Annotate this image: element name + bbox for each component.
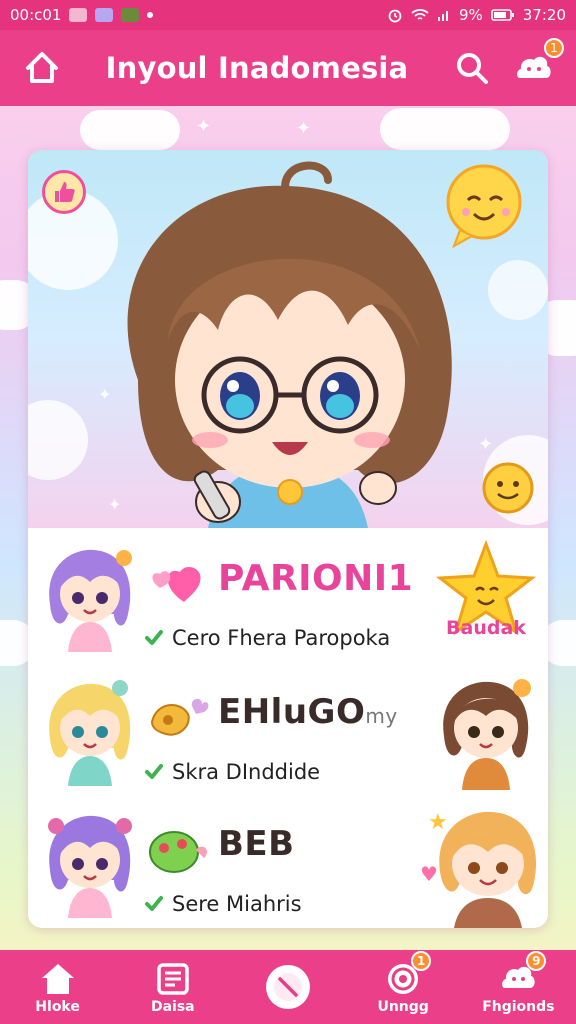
bottom-nav: Hloke Daisa 1 Unngg 9 Fhgionds bbox=[0, 950, 576, 1024]
checkmark-icon bbox=[145, 896, 163, 911]
status-bar: 00:c01 9% 37:20 bbox=[0, 0, 576, 30]
search-button[interactable] bbox=[448, 44, 496, 92]
chat-bubble-icon: 9 bbox=[498, 951, 547, 999]
brown-hair-girl-avatar bbox=[443, 679, 531, 790]
notifications-button[interactable]: 1 bbox=[510, 38, 564, 92]
status-time-left: 00:c01 bbox=[10, 6, 62, 24]
list-item[interactable]: EHluGOmy Skra DInddide bbox=[28, 666, 548, 796]
notification-app-icon bbox=[95, 8, 114, 22]
search-icon bbox=[457, 53, 488, 84]
notification-app-icon bbox=[69, 8, 88, 22]
battery-icon bbox=[490, 9, 514, 21]
nav-friends-label: Fhgionds bbox=[482, 999, 555, 1015]
home-icon bbox=[38, 959, 78, 999]
clock-icon bbox=[265, 965, 310, 1009]
nav-clock[interactable] bbox=[240, 965, 336, 1009]
nav-target[interactable]: 1 Unngg bbox=[355, 951, 451, 1015]
status-dot-icon bbox=[147, 12, 154, 18]
svg-text:✦: ✦ bbox=[478, 434, 493, 455]
home-outline-icon bbox=[26, 52, 58, 83]
status-time-right: 37:20 bbox=[522, 6, 566, 24]
nav-friends[interactable]: 9 Fhgionds bbox=[470, 951, 566, 1015]
purple-hair-girl-avatar bbox=[49, 549, 132, 652]
star-sparkle-icon: ★ bbox=[428, 810, 448, 835]
list-item[interactable]: PARIONI1 Cero Fhera Paropoka bbox=[28, 532, 548, 662]
hearts-icon bbox=[152, 567, 201, 602]
notification-badge: 1 bbox=[544, 38, 564, 58]
like-button[interactable] bbox=[42, 170, 86, 214]
cloud-decoration bbox=[80, 110, 180, 150]
signal-icon bbox=[437, 11, 448, 21]
nav-badge: 9 bbox=[526, 951, 547, 971]
target-icon: 1 bbox=[383, 951, 432, 999]
nav-home[interactable]: Hloke bbox=[10, 959, 106, 1015]
blonde-hair-girl-avatar bbox=[49, 680, 131, 786]
wifi-icon bbox=[411, 9, 429, 20]
alarm-icon bbox=[388, 9, 402, 23]
anime-girl-illustration: ✦ ✦ ✦ ✦ bbox=[28, 161, 548, 528]
purple-hair-girl-avatar bbox=[48, 815, 132, 918]
checkmark-icon bbox=[145, 630, 163, 645]
item-subtitle-text: Skra DInddide bbox=[172, 760, 321, 784]
thumbs-up-icon bbox=[55, 182, 75, 202]
item-title: BEB bbox=[218, 824, 295, 864]
pea-pod-icon bbox=[150, 698, 209, 736]
nav-badge: 1 bbox=[411, 951, 432, 971]
star-mascot-icon bbox=[435, 539, 537, 636]
nav-target-label: Unngg bbox=[377, 999, 429, 1015]
feature-card: ✦ ✦ ✦ ✦ bbox=[28, 150, 548, 928]
checkmark-icon bbox=[145, 764, 163, 779]
item-subtitle: Cero Fhera Paropoka bbox=[144, 626, 390, 650]
app-header: Inyoul Inadomesia 1 bbox=[0, 30, 576, 106]
heart-icon: ♥ bbox=[420, 862, 438, 886]
svg-text:✦: ✦ bbox=[108, 495, 121, 514]
green-blob-icon bbox=[149, 831, 207, 873]
nav-news-label: Daisa bbox=[150, 999, 195, 1015]
nav-news[interactable]: Daisa bbox=[125, 959, 221, 1015]
sparkle-icon: ✦ bbox=[296, 118, 312, 139]
star-badge-label: Baudak bbox=[446, 617, 526, 639]
item-subtitle: Sere Miahris bbox=[144, 892, 302, 916]
hero-illustration: ✦ ✦ ✦ ✦ bbox=[28, 150, 548, 528]
item-title-text: EHluGO bbox=[218, 692, 366, 732]
cloud-decoration bbox=[380, 108, 510, 150]
item-title: PARIONI1 bbox=[218, 558, 414, 599]
page-title: Inyoul Inadomesia bbox=[105, 51, 409, 85]
item-title: EHluGOmy bbox=[218, 692, 398, 732]
item-title-suffix: my bbox=[365, 704, 398, 728]
notification-app-icon bbox=[121, 8, 140, 22]
svg-text:✦: ✦ bbox=[98, 385, 111, 404]
item-subtitle-text: Cero Fhera Paropoka bbox=[172, 626, 391, 650]
list-item[interactable]: BEB Sere Miahris bbox=[28, 798, 548, 928]
item-subtitle: Skra DInddide bbox=[144, 760, 320, 784]
battery-percent: 9% bbox=[458, 6, 483, 24]
home-button[interactable] bbox=[18, 44, 66, 92]
nav-home-label: Hloke bbox=[35, 999, 80, 1015]
news-icon bbox=[153, 959, 193, 999]
sparkle-icon: ✦ bbox=[196, 116, 212, 137]
item-subtitle-text: Sere Miahris bbox=[172, 892, 302, 916]
